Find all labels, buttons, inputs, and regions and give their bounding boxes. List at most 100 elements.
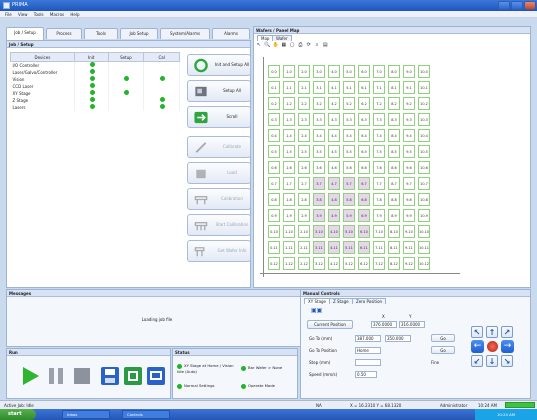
die-cell[interactable]: 0.8	[268, 193, 280, 206]
die-cell[interactable]: 7.8	[373, 193, 385, 206]
device-row[interactable]: CCD Laser	[10, 83, 180, 90]
die-cell[interactable]: 6.0	[358, 65, 370, 78]
die-cell[interactable]: 0.11	[268, 241, 280, 254]
die-cell[interactable]: 4.8	[328, 193, 340, 206]
die-cell[interactable]: 10.5	[418, 145, 430, 158]
pause-icon[interactable]	[45, 365, 67, 387]
tab-process[interactable]: Process	[46, 28, 82, 39]
die-cell[interactable]: 7.10	[373, 225, 385, 238]
die-cell[interactable]: 8.7	[388, 177, 400, 190]
die-cell[interactable]: 6.6	[358, 161, 370, 174]
die-cell[interactable]: 0.9	[268, 209, 280, 222]
fit-icon[interactable]: ▦	[281, 42, 287, 48]
export-icon[interactable]	[122, 365, 144, 387]
die-cell[interactable]: 10.1	[418, 81, 430, 94]
select-icon[interactable]: ▢	[289, 42, 295, 48]
stop-icon[interactable]	[71, 365, 93, 387]
die-cell[interactable]: 4.7	[328, 177, 340, 190]
goto-go-button[interactable]: Go	[431, 334, 455, 342]
die-cell[interactable]: 7.1	[373, 81, 385, 94]
die-cell[interactable]: 8.9	[388, 209, 400, 222]
start-calibration-button[interactable]: Start Calibration	[187, 214, 251, 236]
die-cell[interactable]: 10.11	[418, 241, 430, 254]
die-cell[interactable]: 1.3	[283, 113, 295, 126]
die-cell[interactable]: 3.4	[313, 129, 325, 142]
die-cell[interactable]: 1.4	[283, 129, 295, 142]
die-cell[interactable]: 4.3	[328, 113, 340, 126]
die-cell[interactable]: 2.7	[298, 177, 310, 190]
die-cell[interactable]: 10.3	[418, 113, 430, 126]
die-cell[interactable]: 0.12	[268, 257, 280, 270]
die-cell[interactable]: 5.1	[343, 81, 355, 94]
die-cell[interactable]: 10.10	[418, 225, 430, 238]
die-cell[interactable]: 6.7	[358, 177, 370, 190]
tab-wafer[interactable]: Wafer	[272, 35, 292, 41]
init-and-setup-all-button[interactable]: Init and Setup All	[187, 54, 251, 76]
die-cell[interactable]: 9.0	[403, 65, 415, 78]
die-cell[interactable]: 10.9	[418, 209, 430, 222]
die-cell[interactable]: 10.8	[418, 193, 430, 206]
die-cell[interactable]: 6.1	[358, 81, 370, 94]
die-cell[interactable]: 4.1	[328, 81, 340, 94]
die-cell[interactable]: 5.3	[343, 113, 355, 126]
tab-z-stage[interactable]: Z Stage	[329, 298, 353, 304]
device-row[interactable]: I/O Controller	[10, 61, 180, 69]
minimize-button[interactable]	[498, 1, 510, 10]
die-cell[interactable]: 9.12	[403, 257, 415, 270]
die-cell[interactable]: 4.12	[328, 257, 340, 270]
refresh-icon[interactable]: ⟳	[306, 42, 312, 48]
die-cell[interactable]: 2.2	[298, 97, 310, 110]
die-cell[interactable]: 6.2	[358, 97, 370, 110]
jog-down-icon[interactable]: ↓	[486, 355, 498, 367]
die-cell[interactable]: 6.3	[358, 113, 370, 126]
zoom-icon[interactable]: 🔍	[264, 42, 270, 48]
die-cell[interactable]: 3.1	[313, 81, 325, 94]
die-cell[interactable]: 8.12	[388, 257, 400, 270]
die-cell[interactable]: 2.10	[298, 225, 310, 238]
scroll-button[interactable]: Scroll	[187, 106, 251, 128]
die-cell[interactable]: 5.12	[343, 257, 355, 270]
speed-field[interactable]: 0.50	[355, 371, 377, 378]
report-icon[interactable]	[145, 365, 167, 387]
die-cell[interactable]: 10.2	[418, 97, 430, 110]
die-cell[interactable]: 9.3	[403, 113, 415, 126]
taskbar-item-controls[interactable]: Controls	[122, 410, 170, 419]
jog-up-right-icon[interactable]: ↗	[501, 326, 513, 338]
die-cell[interactable]: 10.7	[418, 177, 430, 190]
tab-alarms[interactable]: Alarms	[212, 28, 250, 39]
die-cell[interactable]: 1.6	[283, 161, 295, 174]
die-cell[interactable]: 7.6	[373, 161, 385, 174]
die-cell[interactable]: 7.5	[373, 145, 385, 158]
die-cell[interactable]: 3.8	[313, 193, 325, 206]
jog-up-left-icon[interactable]: ↖	[471, 326, 483, 338]
die-cell[interactable]: 3.11	[313, 241, 325, 254]
die-cell[interactable]: 10.4	[418, 129, 430, 142]
die-cell[interactable]: 6.5	[358, 145, 370, 158]
die-cell[interactable]: 9.8	[403, 193, 415, 206]
die-cell[interactable]: 1.12	[283, 257, 295, 270]
menu-macros[interactable]: Macros	[50, 12, 64, 17]
die-cell[interactable]: 2.12	[298, 257, 310, 270]
die-cell[interactable]: 9.4	[403, 129, 415, 142]
die-cell[interactable]: 2.11	[298, 241, 310, 254]
die-cell[interactable]: 3.0	[313, 65, 325, 78]
die-cell[interactable]: 8.11	[388, 241, 400, 254]
die-cell[interactable]: 3.9	[313, 209, 325, 222]
die-cell[interactable]: 1.1	[283, 81, 295, 94]
die-cell[interactable]: 8.6	[388, 161, 400, 174]
die-cell[interactable]: 1.7	[283, 177, 295, 190]
tab-job-setup[interactable]: Job / Setup	[6, 27, 44, 40]
menu-tools[interactable]: Tools	[34, 12, 44, 17]
die-cell[interactable]: 0.1	[268, 81, 280, 94]
die-cell[interactable]: 2.5	[298, 145, 310, 158]
die-cell[interactable]: 8.8	[388, 193, 400, 206]
die-cell[interactable]: 8.1	[388, 81, 400, 94]
die-cell[interactable]: 0.7	[268, 177, 280, 190]
tab-job-setup-2[interactable]: Job Setup	[120, 28, 158, 39]
die-cell[interactable]: 3.2	[313, 97, 325, 110]
die-cell[interactable]: 2.1	[298, 81, 310, 94]
menu-view[interactable]: View	[18, 12, 28, 17]
die-cell[interactable]: 2.4	[298, 129, 310, 142]
jog-down-left-icon[interactable]: ↙	[471, 355, 483, 367]
die-cell[interactable]: 0.3	[268, 113, 280, 126]
